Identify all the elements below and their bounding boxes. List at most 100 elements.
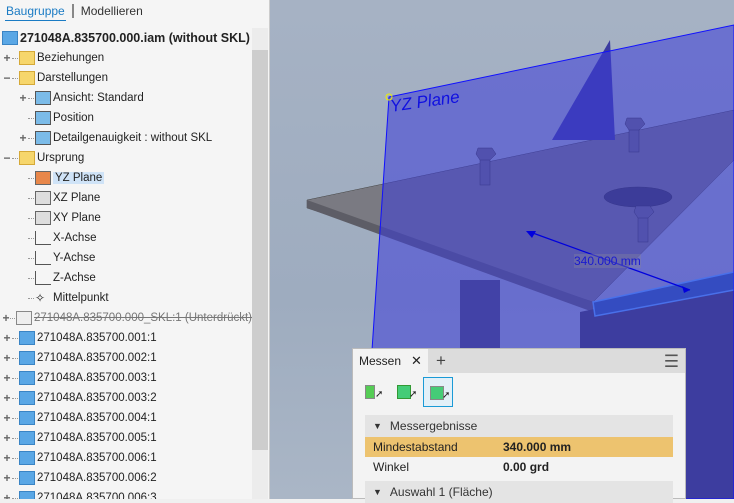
tree-item[interactable]: + Ansicht: Standard <box>0 88 252 108</box>
tree-item[interactable]: XY Plane <box>0 208 252 228</box>
tree-connector <box>28 217 34 219</box>
part-pinned-icon <box>19 451 35 465</box>
scrollbar-thumb[interactable] <box>252 50 268 450</box>
expand-toggle[interactable]: + <box>2 451 12 465</box>
tree-connector <box>12 457 18 459</box>
part-pinned-icon <box>19 411 35 425</box>
tab-baugruppe[interactable]: Baugruppe <box>5 2 66 21</box>
tree-item[interactable]: +271048A.835700.003:2 <box>0 388 252 408</box>
expand-toggle[interactable]: + <box>2 51 12 65</box>
result-value: 340.000 mm <box>503 440 572 454</box>
tab-separator <box>71 4 74 18</box>
expand-toggle[interactable]: + <box>2 371 12 385</box>
tree-item[interactable]: +271048A.835700.002:1 <box>0 348 252 368</box>
result-row-mindestabstand: Mindestabstand 340.000 mm <box>365 437 673 457</box>
tree-item-label: Mittelpunkt <box>53 292 109 304</box>
expand-toggle[interactable]: + <box>2 431 12 445</box>
select-part-button[interactable]: ➚ <box>391 377 421 407</box>
tree-item[interactable]: Position <box>0 108 252 128</box>
tree-item[interactable]: Z-Achse <box>0 268 252 288</box>
tree-item[interactable]: + Detailgenauigkeit : without SKL <box>0 128 252 148</box>
part-pinned-icon <box>19 351 35 365</box>
result-value: 0.00 grd <box>503 460 550 474</box>
tree-item[interactable]: XZ Plane <box>0 188 252 208</box>
tab-modellieren[interactable]: Modellieren <box>80 2 144 20</box>
part-pinned-icon <box>19 371 35 385</box>
section-title: Messergebnisse <box>389 419 478 433</box>
tree-item[interactable]: +271048A.835700.001:1 <box>0 328 252 348</box>
expand-toggle[interactable]: + <box>2 471 12 485</box>
tree-item[interactable]: 271048A.835700.000.iam (without SKL) <box>0 28 252 48</box>
tree-item-label: Z-Achse <box>53 272 96 284</box>
tree-item[interactable]: +271048A.835700.000_SKL:1 (Unterdrückt) <box>0 308 252 328</box>
collapse-icon: ▼ <box>373 421 382 431</box>
result-label: Winkel <box>373 460 410 474</box>
tree-connector <box>12 157 18 159</box>
tree-item[interactable]: − Darstellungen <box>0 68 252 88</box>
expand-toggle[interactable]: + <box>2 331 12 345</box>
tree-item-label: Ansicht: Standard <box>53 92 144 104</box>
representations-folder-icon <box>19 71 35 85</box>
expand-toggle[interactable]: − <box>2 151 12 165</box>
tree-item[interactable]: +271048A.835700.003:1 <box>0 368 252 388</box>
tree-item[interactable]: + Beziehungen <box>0 48 252 68</box>
tree-connector <box>12 477 18 479</box>
add-tab-icon[interactable]: + <box>436 351 446 371</box>
tree-item-label: YZ Plane <box>53 172 105 184</box>
tree-connector <box>28 237 34 239</box>
menu-icon[interactable]: ☰ <box>664 352 679 372</box>
tree-item-label: 271048A.835700.006:1 <box>37 452 157 464</box>
tree-connector <box>28 277 34 279</box>
tree-item-label: 271048A.835700.003:1 <box>37 372 157 384</box>
dimension-label: 340.000 mm <box>574 254 641 268</box>
expand-toggle[interactable]: + <box>18 131 28 145</box>
tree-item-label: Beziehungen <box>37 52 105 64</box>
tree-connector <box>12 57 18 59</box>
part-icon <box>19 391 35 405</box>
tree-connector <box>28 197 34 199</box>
section-messergebnisse[interactable]: ▼ Messergebnisse <box>365 415 673 437</box>
select-face-button[interactable]: ➚ <box>423 377 453 407</box>
tree-item[interactable]: ✧ Mittelpunkt <box>0 288 252 308</box>
tree-connector <box>28 117 34 119</box>
select-component-button[interactable]: ➚ <box>359 377 389 407</box>
tree-item[interactable]: +271048A.835700.006:3 <box>0 488 252 499</box>
lod-icon <box>35 131 51 145</box>
expand-toggle[interactable]: + <box>2 351 12 365</box>
tree-item[interactable]: +271048A.835700.004:1 <box>0 408 252 428</box>
tree-item-label: 271048A.835700.000_SKL:1 (Unterdrückt) <box>33 312 252 324</box>
tree-item-label: 271048A.835700.002:1 <box>37 352 157 364</box>
axis-icon <box>35 251 51 265</box>
expand-toggle[interactable]: + <box>2 391 12 405</box>
tree-connector <box>10 317 15 319</box>
expand-toggle[interactable]: − <box>2 71 12 85</box>
measure-tab[interactable]: Messen ✕ <box>353 349 428 373</box>
section-auswahl-1[interactable]: ▼ Auswahl 1 (Fläche) <box>365 481 673 503</box>
tree-item[interactable]: +271048A.835700.006:1 <box>0 448 252 468</box>
tree-item[interactable]: X-Achse <box>0 228 252 248</box>
tree-item[interactable]: +271048A.835700.005:1 <box>0 428 252 448</box>
expand-toggle[interactable]: + <box>2 491 12 499</box>
expand-toggle[interactable]: + <box>2 411 12 425</box>
tree-connector <box>28 257 34 259</box>
tree-item-label: 271048A.835700.003:2 <box>37 392 157 404</box>
tree-item-label: Darstellungen <box>37 72 108 84</box>
tree-item[interactable]: YZ Plane <box>0 168 252 188</box>
view-rep-icon <box>35 91 51 105</box>
tree-item-label: Position <box>53 112 94 124</box>
result-row-winkel: Winkel 0.00 grd <box>365 457 673 477</box>
expand-toggle[interactable]: + <box>18 91 28 105</box>
tree-item[interactable]: +271048A.835700.006:2 <box>0 468 252 488</box>
expand-toggle[interactable]: + <box>2 311 10 325</box>
close-icon[interactable]: ✕ <box>411 353 422 369</box>
part-icon <box>19 471 35 485</box>
tree-item-label: 271048A.835700.001:1 <box>37 332 157 344</box>
result-label: Mindestabstand <box>373 440 458 454</box>
measure-tab-label: Messen <box>359 354 402 368</box>
tree-item[interactable]: Y-Achse <box>0 248 252 268</box>
tree-connector <box>28 297 34 299</box>
tree-item-label: 271048A.835700.006:2 <box>37 472 157 484</box>
tree-item[interactable]: − Ursprung <box>0 148 252 168</box>
part-pinned-icon <box>19 331 35 345</box>
tree-item-label: 271048A.835700.004:1 <box>37 412 157 424</box>
